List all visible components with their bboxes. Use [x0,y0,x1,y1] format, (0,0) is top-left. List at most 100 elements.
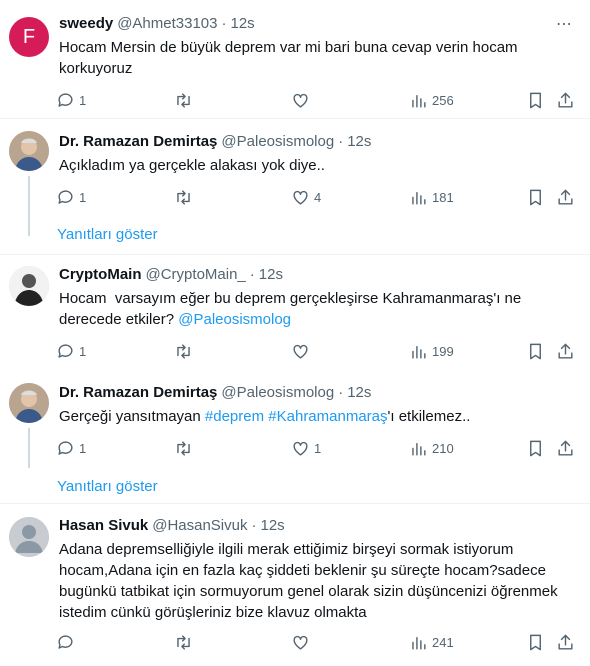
person-photo-icon [9,266,49,306]
retweet-button[interactable] [174,436,193,460]
tweet-text: Hocam varsayım eğer bu deprem gerçekleşi… [59,290,522,328]
bookmark-icon [530,440,541,456]
reply-button[interactable] [56,630,75,654]
timestamp[interactable]: 12s [259,265,283,285]
timestamp[interactable]: 12s [347,383,371,403]
hashtag-link[interactable]: #Kahramanmaraş [268,408,387,425]
share-button[interactable] [556,88,575,112]
like-button[interactable] [291,339,310,363]
retweet-button[interactable] [174,88,193,112]
default-avatar-icon [9,517,49,557]
reply-icon [58,189,73,204]
reply-button[interactable]: 1 [56,185,86,209]
heart-icon [293,190,308,205]
tweet-actions: 1 4 181 [48,185,576,209]
retweet-button[interactable] [174,339,193,363]
author-name[interactable]: CryptoMain [59,265,142,285]
show-replies-link[interactable]: Yanıtları göster [57,478,158,495]
bookmark-button[interactable] [526,339,545,363]
like-count: 4 [314,189,322,205]
author-name[interactable]: Dr. Ramazan Demirtaş [59,383,217,403]
views-button[interactable]: 256 [409,88,454,112]
tweet-text: Adana depremselliğiyle ilgili merak etti… [59,541,558,621]
like-button[interactable]: 1 [291,436,321,460]
separator-dot: · [338,133,344,150]
bookmark-button[interactable] [526,630,545,654]
author-name[interactable]: Hasan Sivuk [59,516,148,536]
tweet-text: Açıkladım ya gerçekle alakası yok diye.. [59,157,325,174]
author-handle[interactable]: @CryptoMain_ [146,265,246,285]
person-photo-icon [9,383,49,423]
heart-icon [293,93,308,108]
mention-link[interactable]: @Paleosismolog [178,311,291,328]
view-count: 241 [432,634,454,650]
views-icon [412,345,426,359]
timestamp[interactable]: 12s [261,516,285,536]
retweet-button[interactable] [174,185,193,209]
tweet-text: Hocam Mersin de büyük deprem var mi bari… [59,39,518,77]
share-icon [558,189,573,205]
share-button[interactable] [556,185,575,209]
share-button[interactable] [556,436,575,460]
like-button[interactable] [291,88,310,112]
share-icon [558,343,573,359]
tweet-header: Hasan Sivuk @HasanSivuk · 12s [59,516,574,536]
timestamp[interactable]: 12s [347,132,371,152]
share-button[interactable] [556,339,575,363]
separator-dot: · [251,517,257,534]
person-photo-icon [9,131,49,171]
like-count: 1 [314,440,322,456]
show-replies-link[interactable]: Yanıtları göster [57,226,158,243]
avatar[interactable]: F [9,17,49,57]
avatar[interactable] [9,383,49,423]
author-name[interactable]: Dr. Ramazan Demirtaş [59,132,217,152]
reply-button[interactable]: 1 [56,88,86,112]
author-handle[interactable]: @Ahmet33103 [117,14,217,34]
views-button[interactable]: 181 [409,185,454,209]
reply-button[interactable]: 1 [56,339,86,363]
views-button[interactable]: 241 [409,630,454,654]
bookmark-icon [530,343,541,359]
reply-icon [58,634,73,649]
bookmark-button[interactable] [526,88,545,112]
tweet-actions: 1 256 [48,88,576,112]
avatar[interactable] [9,517,49,557]
tweet-header: CryptoMain @CryptoMain_ · 12s [59,265,574,285]
views-button[interactable]: 199 [409,339,454,363]
share-button[interactable] [556,630,575,654]
bookmark-button[interactable] [526,436,545,460]
reply-button[interactable]: 1 [56,436,86,460]
views-icon [412,636,426,650]
reply-icon [58,92,73,107]
bookmark-icon [530,189,541,205]
retweet-button[interactable] [174,630,193,654]
tweet[interactable]: Dr. Ramazan Demirtaş @Paleosismolog · 12… [0,373,590,503]
author-handle[interactable]: @HasanSivuk [152,516,247,536]
timestamp[interactable]: 12s [231,14,255,34]
tweet[interactable]: F sweedy @Ahmet33103 · 12s ⋯ Hocam Mersi… [0,0,590,118]
views-button[interactable]: 210 [409,436,454,460]
tweet[interactable]: Hasan Sivuk @HasanSivuk · 12s Adana depr… [0,504,590,666]
view-count: 256 [432,92,454,108]
author-name[interactable]: sweedy [59,14,113,34]
retweet-icon [177,92,190,108]
hashtag-link[interactable]: #deprem [205,408,264,425]
bookmark-icon [530,634,541,650]
reply-count: 1 [79,343,87,359]
tweet[interactable]: CryptoMain @CryptoMain_ · 12s Hocam vars… [0,255,590,373]
author-handle[interactable]: @Paleosismolog [221,383,334,403]
reply-count: 1 [79,92,87,108]
like-button[interactable] [291,630,310,654]
author-handle[interactable]: @Paleosismolog [221,132,334,152]
separator-dot: · [338,384,344,401]
more-options-icon[interactable]: ⋯ [554,14,574,34]
reply-icon [58,343,73,358]
avatar[interactable] [9,131,49,171]
tweet-actions: 1 1 210 [48,436,576,460]
separator-dot: · [249,266,255,283]
bookmark-button[interactable] [526,185,545,209]
like-button[interactable]: 4 [291,185,321,209]
tweet[interactable]: Dr. Ramazan Demirtaş @Paleosismolog · 12… [0,119,590,254]
avatar[interactable] [9,266,49,306]
heart-icon [293,441,308,456]
